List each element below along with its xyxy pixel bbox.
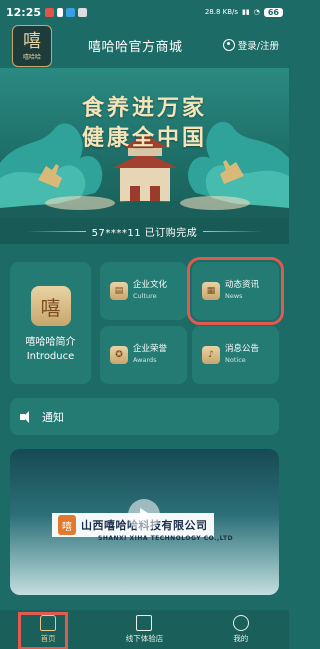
- intro-label-cn: 嘻哈哈简介: [25, 337, 76, 348]
- logo-text: 嘻哈哈: [22, 53, 41, 61]
- ticker-text: 57****11 已订购完成: [91, 227, 198, 239]
- company-logo-icon: 嘻: [58, 515, 76, 535]
- home-tab-highlight: [18, 612, 68, 649]
- awards-icon: ✪: [110, 346, 128, 364]
- culture-label-en: Culture: [133, 292, 157, 300]
- notice-bar-label: 通知: [42, 410, 64, 424]
- tab-offline-store[interactable]: 线下体验店: [96, 610, 192, 649]
- play-icon[interactable]: [128, 499, 160, 531]
- image-icon: [78, 7, 88, 17]
- notice-bar[interactable]: 通知: [10, 398, 279, 435]
- brand-intro-icon: 嘻: [30, 286, 71, 326]
- awards-label-en: Awards: [133, 356, 157, 364]
- app-notification-icon: [45, 7, 55, 17]
- tab-offline-store-label: 线下体验店: [125, 634, 164, 643]
- speaker-icon: [20, 410, 34, 423]
- page-title: 嘻哈哈官方商城: [88, 40, 183, 55]
- battery-level: 66: [263, 7, 283, 17]
- brand-logo[interactable]: 嘻 嘻哈哈: [12, 25, 52, 67]
- bell-icon: ♪: [202, 346, 220, 364]
- banner-slogan-line1: 食养进万家: [81, 95, 207, 121]
- hero-banner[interactable]: 食养进万家 健康全中国: [0, 68, 289, 218]
- notice-label-cn: 消息公告: [225, 344, 260, 354]
- notice-label-en: Notice: [225, 356, 246, 364]
- app-header: 嘻 嘻哈哈 嘻哈哈官方商城 登录/注册: [0, 24, 289, 68]
- ticker-divider-right: [203, 230, 264, 232]
- status-bar: 12:25 28.8 KB/s ▮▮ ◔ 66: [0, 0, 289, 24]
- intro-label-en: Introduce: [26, 351, 75, 362]
- logo-glyph: 嘻: [23, 30, 41, 52]
- news-label-en: News: [225, 292, 243, 300]
- network-speed: 28.8 KB/s: [204, 8, 239, 16]
- shopping-bag-icon: [136, 615, 153, 631]
- news-label-cn: 动态资讯: [225, 280, 260, 290]
- login-label: 登录/注册: [237, 41, 279, 52]
- tab-profile[interactable]: 我的: [193, 610, 289, 649]
- news-icon: ▦: [202, 282, 220, 300]
- ticker-divider-left: [25, 230, 86, 232]
- telegram-icon: [66, 7, 76, 17]
- awards-label-cn: 企业荣誉: [133, 344, 168, 354]
- signal-icon: ▮▮: [242, 8, 250, 16]
- login-register-button[interactable]: 登录/注册: [222, 38, 279, 52]
- promo-video[interactable]: 嘻 山西嘻哈哈科技有限公司 SHANXI XIHA TECHNOLOGY CO.…: [10, 449, 279, 595]
- wifi-icon: ◔: [253, 8, 260, 16]
- order-ticker: 57****11 已订购完成: [0, 218, 289, 244]
- awards-card[interactable]: ✪ 企业荣誉 Awards: [100, 326, 187, 384]
- news-card[interactable]: ▦ 动态资讯 News: [187, 257, 284, 325]
- culture-icon: ▤: [110, 282, 128, 300]
- intro-card[interactable]: 嘻 嘻哈哈简介 Introduce: [10, 262, 91, 384]
- user-icon: [222, 39, 235, 51]
- profile-icon: [232, 615, 249, 631]
- banner-slogan-line2: 健康全中国: [81, 125, 207, 151]
- status-time: 12:25: [6, 5, 42, 19]
- culture-label-cn: 企业文化: [133, 280, 168, 290]
- tab-profile-label: 我的: [233, 634, 249, 643]
- culture-card[interactable]: ▤ 企业文化 Culture: [100, 262, 187, 320]
- notice-card[interactable]: ♪ 消息公告 Notice: [192, 326, 279, 384]
- company-name-en: SHANXI XIHA TECHNOLOGY CO.,LTD: [98, 535, 234, 542]
- download-icon: [57, 7, 64, 17]
